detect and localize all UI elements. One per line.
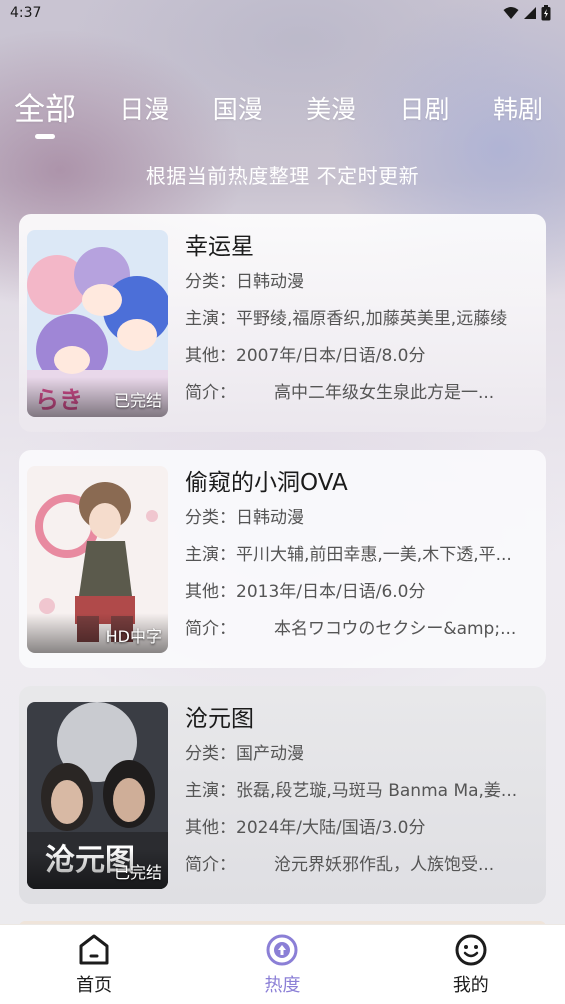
category-value: 国产动漫 (236, 744, 304, 764)
cast-value: 平野绫,福原香织,加藤英美里,远藤绫 (236, 309, 508, 329)
other-value: 2024年/大陆/国语/3.0分 (236, 818, 426, 838)
cast-row: 主演： 平川大辅,前田幸惠,一美,木下透,平... (185, 537, 537, 574)
nav-home-label: 首页 (76, 974, 113, 996)
status-icons (503, 5, 551, 21)
bottom-nav: 首页 热度 我的 (0, 924, 565, 1004)
show-title: 偷窥的小洞OVA (185, 470, 348, 496)
smiley-icon (455, 934, 487, 965)
poster-image: 沧元图 已完结 (27, 702, 168, 889)
nav-home[interactable]: 首页 (34, 933, 154, 997)
category-label: 分类： (185, 744, 236, 764)
category-label: 分类： (185, 508, 236, 528)
status-time: 4:37 (10, 5, 42, 21)
nav-trending-label: 热度 (264, 974, 301, 996)
battery-icon (541, 5, 551, 21)
tab-chinese-anime[interactable]: 国漫 (213, 88, 263, 132)
category-label: 分类： (185, 272, 236, 292)
category-tabs: 全部 日漫 国漫 美漫 日剧 韩剧 (0, 88, 565, 144)
cast-label: 主演： (185, 781, 236, 801)
ranking-subtitle: 根据当前热度整理 不定时更新 (145, 164, 420, 188)
show-title: 沧元图 (185, 706, 254, 732)
trending-icon (266, 934, 298, 965)
other-row: 其他： 2024年/大陆/国语/3.0分 (185, 810, 537, 847)
show-info: 沧元图 分类： 国产动漫 主演： 张磊,段艺璇,马斑马 Banma Ma,姜... … (185, 702, 537, 884)
show-card[interactable]: HD中字 偷窥的小洞OVA 分类： 日韩动漫 主演： 平川大辅,前田幸惠,一美,木下… (19, 450, 546, 668)
quality-tag: HD中字 (105, 627, 162, 646)
show-card[interactable]: らき 已完结 幸运星 分类：日韩动漫 主演：平野绫,福原香织,加藤英美里,远藤绫… (19, 214, 546, 432)
cast-value: 张磊,段艺璇,马斑马 Banma Ma,姜... (236, 781, 518, 801)
nav-trending[interactable]: 热度 (222, 933, 342, 997)
cast-label: 主演： (185, 545, 236, 565)
intro-value: 本名ワコウのセクシー&amp;... (274, 619, 517, 639)
other-value: 2007年/日本/日语/8.0分 (236, 346, 426, 366)
other-value: 2013年/日本/日语/6.0分 (236, 582, 426, 602)
intro-value: 高中二年级女生泉此方是一... (274, 383, 495, 403)
intro-value: 沧元界妖邪作乱，人族饱受... (274, 855, 495, 875)
tab-japanese-drama[interactable]: 日剧 (400, 88, 450, 132)
intro-row: 简介： 高中二年级女生泉此方是一... (185, 375, 537, 412)
status-bar: 4:37 (0, 0, 565, 26)
category-row: 分类： 日韩动漫 (185, 264, 537, 301)
other-row: 其他： 2013年/日本/日语/6.0分 (185, 574, 537, 611)
other-label: 其他： (185, 346, 236, 366)
intro-label: 简介： (185, 619, 236, 639)
cast-row: 主演： 张磊,段艺璇,马斑马 Banma Ma,姜... (185, 773, 537, 810)
category-value: 日韩动漫 (236, 272, 304, 292)
show-card[interactable]: 沧元图 已完结 沧元图 分类：国产动漫 主演：张磊,段艺璇,马斑马 Banma … (19, 686, 546, 904)
other-label: 其他： (185, 818, 236, 838)
tab-american-comics[interactable]: 美漫 (306, 88, 356, 132)
poster-image: HD中字 (27, 466, 168, 653)
cast-value: 平川大辅,前田幸惠,一美,木下透,平... (236, 545, 512, 565)
show-title: 幸运星 (185, 234, 254, 260)
status-tag: 已完结 (113, 863, 162, 882)
intro-row: 简介： 沧元界妖邪作乱，人族饱受... (185, 847, 537, 884)
cast-label: 主演： (185, 309, 236, 329)
intro-label: 简介： (185, 855, 236, 875)
poster-image: らき 已完结 (27, 230, 168, 417)
signal-icon (524, 7, 536, 19)
show-info: 偷窥的小洞OVA 分类： 日韩动漫 主演： 平川大辅,前田幸惠,一美,木下透,平..… (185, 466, 537, 648)
tab-all[interactable]: 全部 (14, 88, 76, 139)
intro-row: 简介： 本名ワコウのセクシー&amp;... (185, 611, 537, 648)
other-row: 其他： 2007年/日本/日语/8.0分 (185, 338, 537, 375)
show-info: 幸运星 分类： 日韩动漫 主演： 平野绫,福原香织,加藤英美里,远藤绫 其他： 200… (185, 230, 537, 412)
wifi-icon (503, 7, 519, 19)
other-label: 其他： (185, 582, 236, 602)
category-row: 分类： 国产动漫 (185, 736, 537, 773)
nav-profile[interactable]: 我的 (411, 933, 531, 997)
home-icon (79, 934, 109, 964)
status-tag: 已完结 (113, 391, 162, 410)
category-row: 分类： 日韩动漫 (185, 500, 537, 537)
tab-japanese-anime[interactable]: 日漫 (119, 88, 169, 132)
tab-korean-drama[interactable]: 韩剧 (493, 88, 543, 132)
cast-row: 主演： 平野绫,福原香织,加藤英美里,远藤绫 (185, 301, 537, 338)
category-value: 日韩动漫 (236, 508, 304, 528)
intro-label: 简介： (185, 383, 236, 403)
tab-indicator (35, 134, 55, 139)
nav-profile-label: 我的 (452, 974, 489, 996)
